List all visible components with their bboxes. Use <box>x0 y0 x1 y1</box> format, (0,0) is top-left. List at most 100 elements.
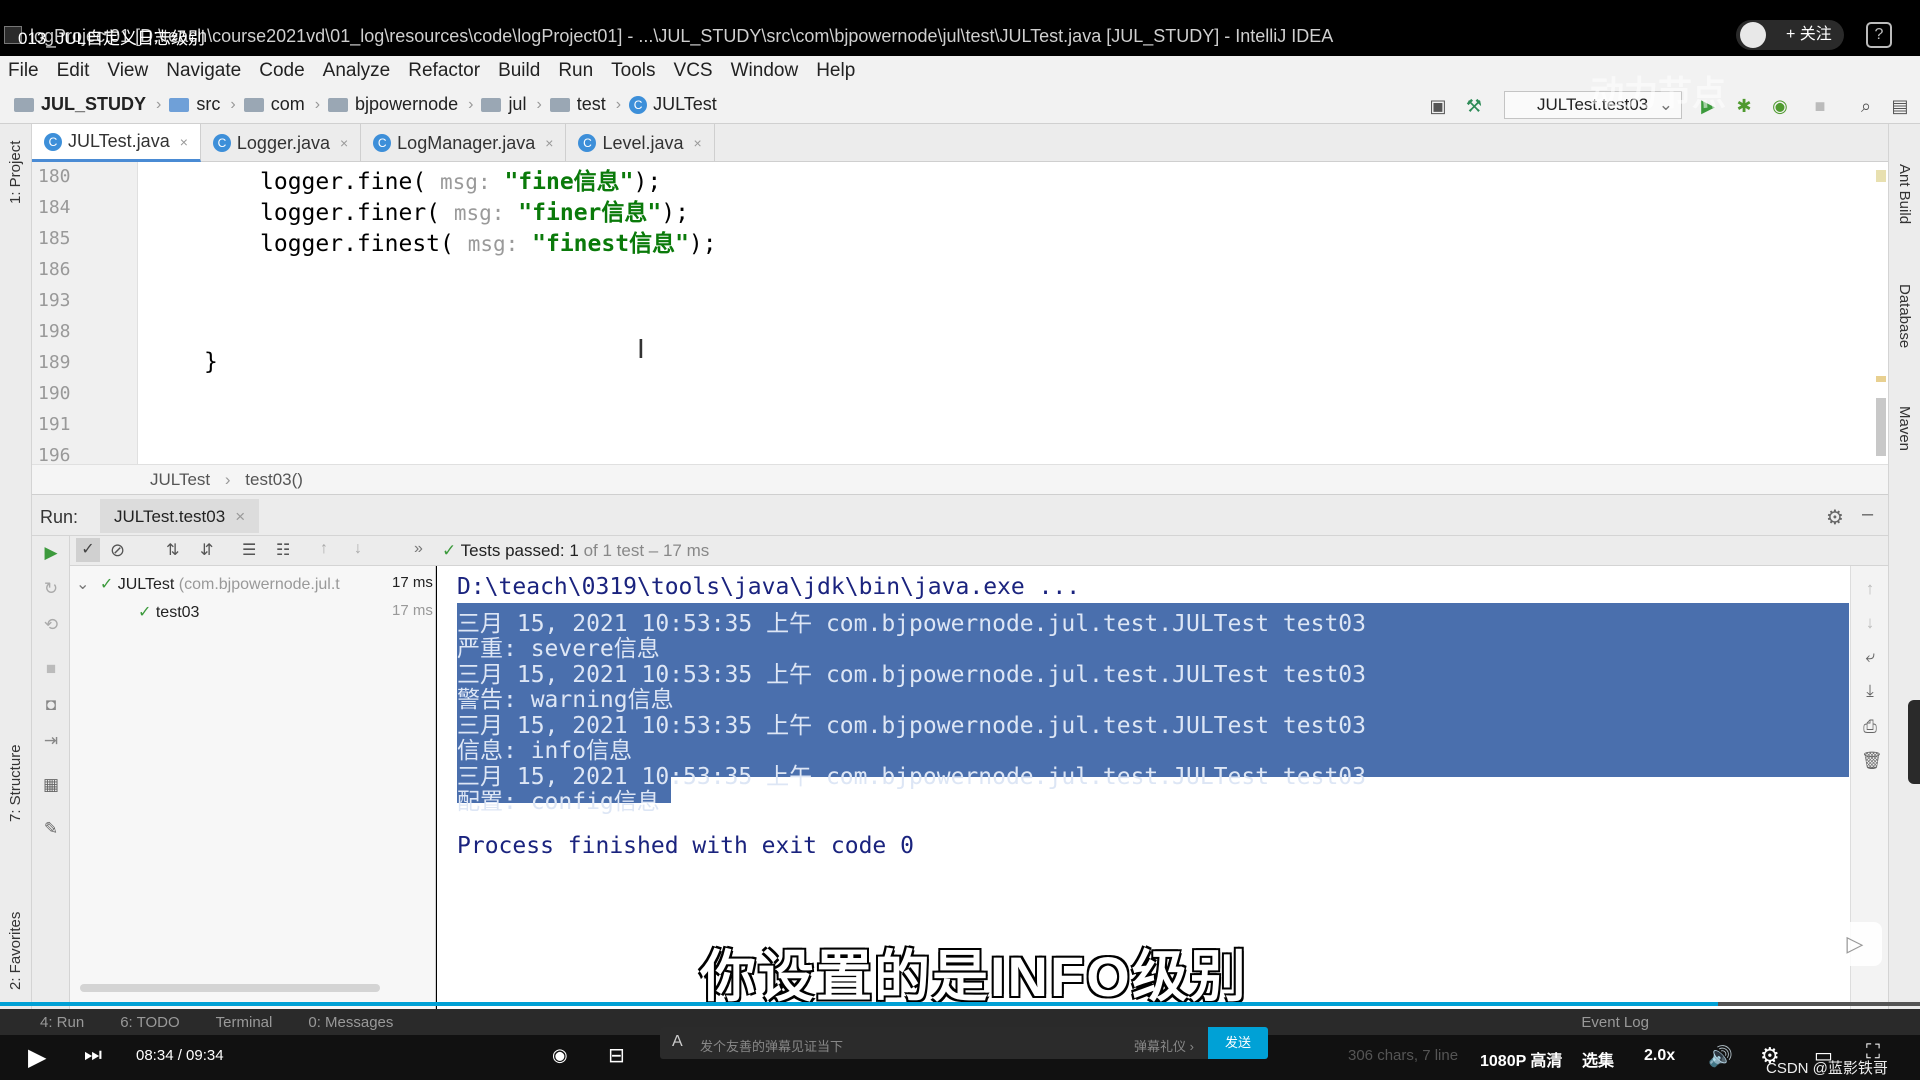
breadcrumb-src[interactable]: src <box>169 94 220 115</box>
danmaku-toggle-icon[interactable]: ◉ <box>552 1045 568 1066</box>
menu-tools[interactable]: Tools <box>611 60 655 82</box>
toggle-auto-test-icon[interactable]: ⟲ <box>42 616 60 634</box>
next-test-icon[interactable]: ↓ <box>354 540 362 558</box>
status-chars: 306 chars, 7 line <box>1348 1047 1459 1064</box>
previous-test-icon[interactable]: ↑ <box>320 540 328 558</box>
menu-view[interactable]: View <box>107 60 148 82</box>
close-icon[interactable]: × <box>340 135 348 151</box>
maven-tool-button[interactable]: Maven <box>1896 406 1913 451</box>
menu-navigate[interactable]: Navigate <box>166 60 241 82</box>
scroll-to-end-icon[interactable]: ⤓ <box>1861 682 1879 700</box>
export-icon[interactable]: ⇥ <box>42 732 60 750</box>
danmaku-input[interactable]: A 发个友善的弹幕见证当下 弹幕礼仪 › <box>660 1027 1233 1059</box>
video-progress-bar[interactable] <box>0 1002 1920 1006</box>
stop-icon[interactable]: ■ <box>42 660 60 678</box>
send-danmaku-button[interactable]: 发送 <box>1208 1027 1268 1059</box>
menu-file[interactable]: File <box>8 60 39 82</box>
layout-icon[interactable]: ▤ <box>1890 96 1910 116</box>
episodes-button[interactable]: 选集 <box>1582 1047 1614 1071</box>
play-icon[interactable]: ▶ <box>28 1043 46 1072</box>
chevron-down-icon[interactable]: ⌄ <box>76 576 89 593</box>
tab-logger[interactable]: C Logger.java × <box>201 124 362 162</box>
menu-help[interactable]: Help <box>816 60 855 82</box>
breadcrumb-jul[interactable]: jul <box>481 94 526 115</box>
trash-icon[interactable]: 🗑 <box>1861 752 1883 770</box>
pin-icon[interactable]: ✎ <box>42 820 60 838</box>
line-number: 196 <box>38 445 71 466</box>
menu-vcs[interactable]: VCS <box>674 60 713 82</box>
camera-icon[interactable]: ◘ <box>42 696 60 714</box>
tab-logmanager[interactable]: C LogManager.java × <box>361 124 567 162</box>
rerun-icon[interactable]: ▶ <box>42 544 60 562</box>
sort-duration-icon[interactable]: ⇵ <box>200 540 213 560</box>
player-side-handle[interactable] <box>1908 700 1920 784</box>
menu-run[interactable]: Run <box>558 60 593 82</box>
text-format-icon[interactable]: A <box>672 1033 683 1051</box>
next-video-icon[interactable]: ⏭ <box>84 1044 102 1067</box>
minimize-icon[interactable]: – <box>1862 503 1873 526</box>
breadcrumb-test[interactable]: test <box>549 94 606 115</box>
collapse-all-icon[interactable]: ☷ <box>276 540 290 560</box>
menu-code[interactable]: Code <box>259 60 304 82</box>
breadcrumb-bjpowernode[interactable]: bjpowernode <box>328 94 458 115</box>
menu-window[interactable]: Window <box>731 60 799 82</box>
tool-tab-messages[interactable]: 0: Messages <box>308 1014 393 1031</box>
run-tab[interactable]: JULTest.test03 × <box>100 499 260 533</box>
tree-child-row[interactable]: ✓ test03 <box>138 602 199 622</box>
menu-analyze[interactable]: Analyze <box>323 60 391 82</box>
database-tool-button[interactable]: Database <box>1896 284 1913 348</box>
tool-tab-run[interactable]: 4: Run <box>40 1014 84 1031</box>
layout-icon[interactable]: ▦ <box>42 776 60 794</box>
expand-all-icon[interactable]: ☰ <box>242 540 256 560</box>
editor-scrollbar[interactable] <box>1876 398 1886 456</box>
print-icon[interactable]: ⎙ <box>1861 718 1879 736</box>
sort-alpha-icon[interactable]: ⇅ <box>166 540 179 560</box>
search-icon[interactable]: ⌕ <box>1856 96 1876 116</box>
coverage-icon[interactable]: ◉ <box>1770 96 1790 116</box>
breadcrumb-class[interactable]: JULTest <box>150 470 210 489</box>
project-structure-icon[interactable]: ▣ <box>1428 96 1448 116</box>
gear-icon[interactable]: ⚙ <box>1826 505 1844 530</box>
close-icon[interactable]: × <box>235 507 245 526</box>
danmaku-settings-icon[interactable]: ⊟ <box>608 1043 625 1068</box>
tab-jultest[interactable]: C JULTest.java × <box>32 124 201 162</box>
player-next-icon[interactable]: ▷ <box>1828 922 1882 966</box>
soft-wrap-icon[interactable]: ⤶ <box>1861 648 1879 666</box>
menu-build[interactable]: Build <box>498 60 540 82</box>
tree-scrollbar[interactable] <box>80 984 380 992</box>
volume-icon[interactable]: 🔊 <box>1708 1044 1733 1069</box>
close-icon[interactable]: × <box>694 135 702 151</box>
speed-select[interactable]: 2.0x <box>1644 1047 1675 1065</box>
quality-select[interactable]: 1080P 高清 <box>1480 1047 1562 1071</box>
stop-icon[interactable]: ■ <box>1810 96 1830 116</box>
menu-refactor[interactable]: Refactor <box>408 60 480 82</box>
tool-tab-terminal[interactable]: Terminal <box>216 1014 273 1031</box>
danmaku-etiquette-link[interactable]: 弹幕礼仪 › <box>1134 1036 1194 1055</box>
tool-tab-todo[interactable]: 6: TODO <box>120 1014 179 1031</box>
rerun-failed-icon[interactable]: ↻ <box>42 580 60 598</box>
class-icon: C <box>373 134 392 152</box>
help-icon[interactable]: ? <box>1866 22 1892 48</box>
ant-build-tool-button[interactable]: Ant Build <box>1896 164 1913 224</box>
show-passed-icon[interactable]: ✓ <box>76 538 100 562</box>
favorites-tool-button[interactable]: 2: Favorites <box>7 912 24 990</box>
debug-icon[interactable]: ✱ <box>1734 96 1754 116</box>
tree-root-row[interactable]: ⌄ ✓ JULTest (com.bjpowernode.jul.t <box>76 574 432 594</box>
breadcrumb-com[interactable]: com <box>243 94 305 115</box>
arrow-down-icon[interactable]: ↓ <box>1861 614 1879 632</box>
tab-level[interactable]: C Level.java × <box>566 124 715 162</box>
breadcrumb-method[interactable]: test03() <box>245 470 303 489</box>
more-icon[interactable]: » <box>414 540 423 558</box>
structure-tool-button[interactable]: 7: Structure <box>7 744 24 822</box>
uploader-avatar[interactable] <box>1740 22 1766 48</box>
arrow-up-icon[interactable]: ↑ <box>1861 580 1879 598</box>
breadcrumb-class[interactable]: C JULTest <box>629 94 717 115</box>
close-icon[interactable]: × <box>180 134 188 150</box>
menu-edit[interactable]: Edit <box>57 60 90 82</box>
close-icon[interactable]: × <box>545 135 553 151</box>
tool-tab-event-log[interactable]: Event Log <box>1581 1014 1649 1031</box>
show-ignored-icon[interactable]: ⊘ <box>110 540 125 561</box>
breadcrumb-project[interactable]: JUL_STUDY <box>14 94 146 115</box>
project-tool-button[interactable]: 1: Project <box>7 141 24 204</box>
build-hammer-icon[interactable]: ⚒ <box>1464 96 1484 116</box>
